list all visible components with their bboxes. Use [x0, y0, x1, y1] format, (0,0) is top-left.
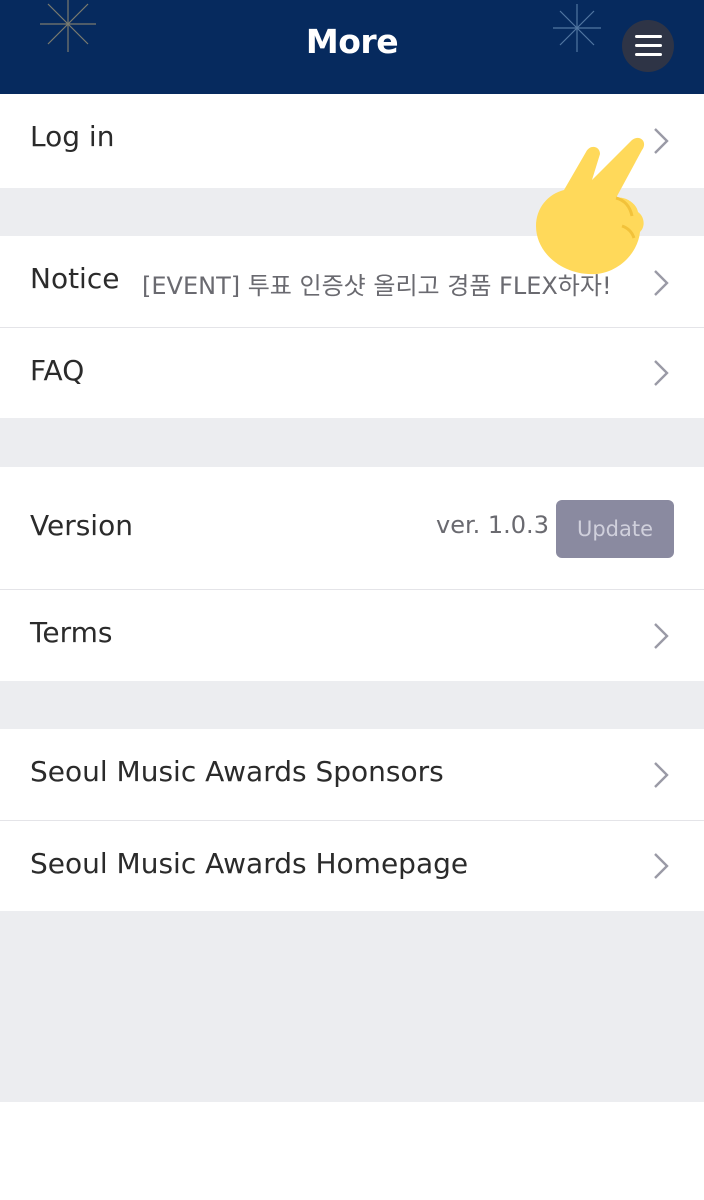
faq-row[interactable]: FAQ [0, 328, 704, 418]
version-label: Version [30, 509, 133, 542]
chevron-right-icon [654, 762, 669, 788]
header-bar: More [0, 0, 704, 94]
page-title: More [305, 22, 399, 61]
version-row: Version ver. 1.0.3 Update [0, 467, 704, 590]
update-button[interactable]: Update [556, 500, 674, 558]
homepage-label: Seoul Music Awards Homepage [30, 847, 469, 880]
homepage-row[interactable]: Seoul Music Awards Homepage [0, 821, 704, 911]
sponsors-label: Seoul Music Awards Sponsors [30, 755, 444, 788]
version-value: ver. 1.0.3 [436, 511, 549, 539]
pointing-hand-emoji [536, 137, 645, 275]
hamburger-line [635, 44, 662, 47]
menu-button[interactable] [622, 20, 674, 72]
chevron-right-icon [654, 360, 669, 386]
notice-label: Notice [30, 262, 120, 295]
hamburger-menu-icon [635, 35, 662, 38]
section-gap [0, 418, 704, 467]
terms-label: Terms [30, 616, 113, 649]
sponsors-row[interactable]: Seoul Music Awards Sponsors [0, 729, 704, 821]
section-gap [0, 681, 704, 729]
faq-label: FAQ [30, 354, 85, 387]
hamburger-line [635, 53, 662, 56]
chevron-right-icon [654, 623, 669, 649]
terms-row[interactable]: Terms [0, 590, 704, 681]
chevron-right-icon [654, 853, 669, 879]
bottom-empty-area [0, 911, 704, 1102]
login-label: Log in [30, 120, 115, 153]
